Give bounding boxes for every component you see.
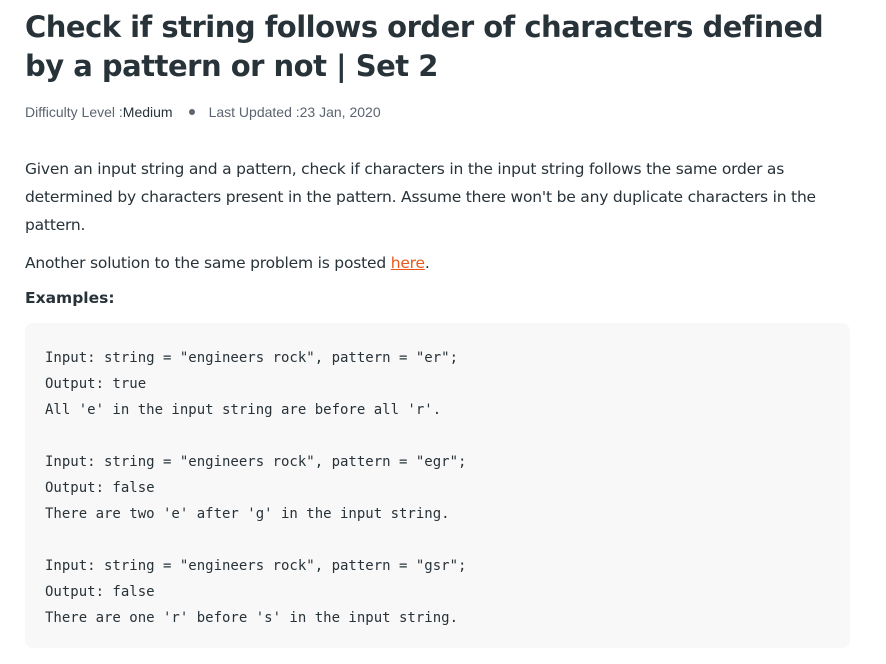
article: Check if string follows order of charact… (25, 0, 850, 648)
code-line: Output: false (45, 584, 155, 600)
another-solution-text: Another solution to the same problem is … (25, 254, 391, 272)
here-link[interactable]: here (391, 254, 425, 272)
article-title: Check if string follows order of charact… (25, 10, 824, 83)
code-line: There are one 'r' before 's' in the inpu… (45, 610, 459, 626)
code-line: Input: string = "engineers rock", patter… (45, 558, 467, 574)
updated-value: 23 Jan, 2020 (299, 104, 381, 120)
difficulty-value: Medium (122, 104, 173, 120)
code-line: Output: true (45, 376, 147, 392)
code-line: All 'e' in the input string are before a… (45, 402, 442, 418)
code-line: Input: string = "engineers rock", patter… (45, 350, 459, 366)
separator-dot-icon (188, 109, 195, 115)
updated-label: Last Updated : (208, 104, 300, 120)
difficulty-label: Difficulty Level : (25, 104, 123, 120)
code-line: There are two 'e' after 'g' in the input… (45, 506, 450, 522)
examples-heading: Examples: (25, 289, 115, 307)
another-solution-paragraph: Another solution to the same problem is … (25, 249, 850, 277)
code-line: Input: string = "engineers rock", patter… (45, 454, 467, 470)
period-text: . (424, 254, 430, 272)
article-meta: Difficulty Level : Medium Last Updated :… (25, 102, 850, 122)
examples-code-block: Input: string = "engineers rock", patter… (25, 323, 850, 648)
intro-paragraph: Given an input string and a pattern, che… (25, 160, 816, 234)
code-line: Output: false (45, 480, 155, 496)
